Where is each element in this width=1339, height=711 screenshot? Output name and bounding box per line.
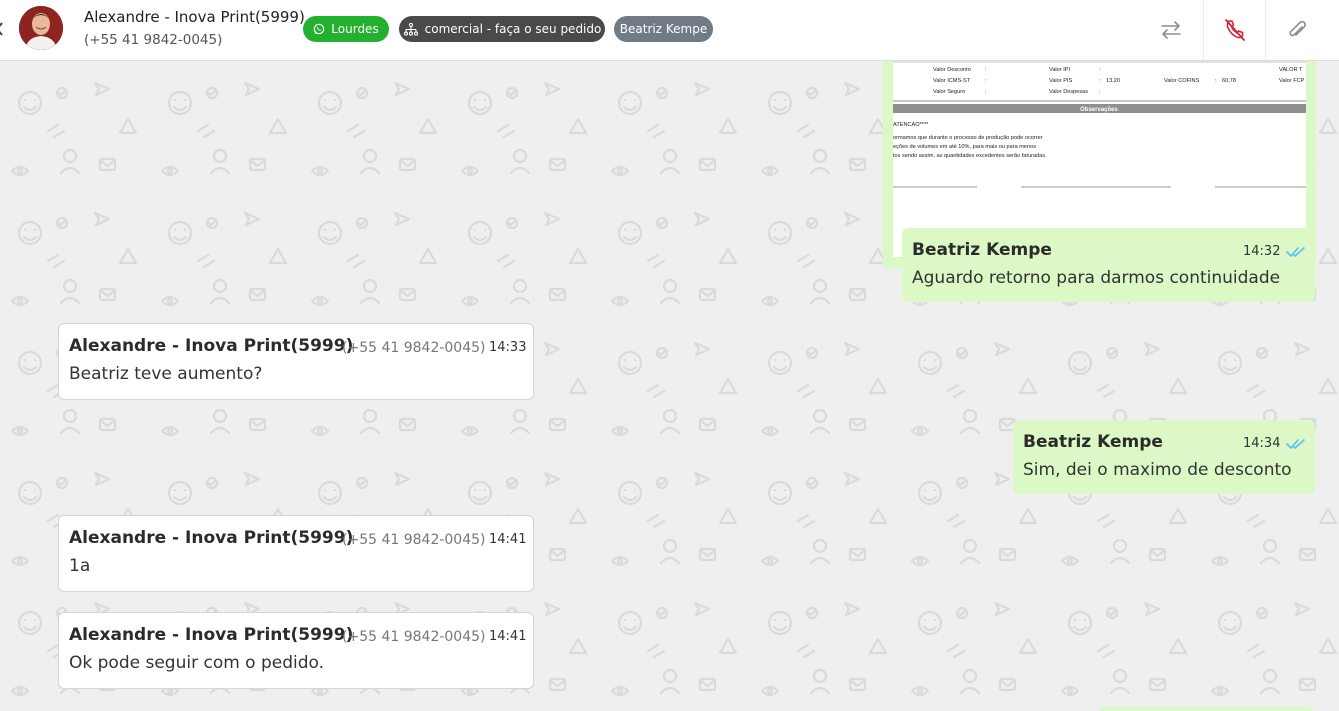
doc-row2-b: Valor PIS — [1049, 78, 1072, 84]
queue-tag[interactable]: comercial - faça o seu pedido — [399, 16, 605, 42]
doc-row2-c-sep: : — [1215, 78, 1217, 84]
incoming-message[interactable]: Alexandre - Inova Print(5999) (+55 41 98… — [58, 612, 534, 689]
doc-row2-d: Valor FCP — [1279, 78, 1305, 84]
message-sender-phone: (+55 41 9842-0045) — [342, 532, 486, 548]
message-text: Ok pode seguir com o pedido. — [69, 653, 325, 673]
doc-note-2: ormamos que durante o processo de produç… — [893, 135, 1043, 141]
user-tag-label: Beatriz Kempe — [619, 22, 708, 36]
doc-row2-b-value: 13,20 — [1106, 78, 1120, 84]
doc-row1-b: Valor IPI — [1049, 67, 1070, 73]
incoming-message[interactable]: Alexandre - Inova Print(5999) (+55 41 98… — [58, 323, 534, 400]
transfer-icon — [1161, 21, 1181, 39]
channel-tag[interactable]: Lourdes — [303, 16, 389, 42]
message-sender: Alexandre - Inova Print(5999) — [69, 625, 354, 645]
user-tag[interactable]: Beatriz Kempe — [614, 16, 713, 42]
attach-button[interactable] — [1265, 0, 1327, 60]
incoming-message[interactable]: Alexandre - Inova Print(5999) (+55 41 98… — [58, 515, 534, 592]
channel-tag-label: Lourdes — [331, 22, 379, 36]
chat-header: Alexandre - Inova Print(5999) (+55 41 98… — [0, 0, 1339, 61]
doc-row3-b: Valor Despesas — [1049, 89, 1088, 95]
phone-hangup-icon — [1224, 19, 1245, 41]
whatsapp-icon — [313, 23, 325, 35]
message-time: 14:41 — [489, 629, 527, 644]
doc-row2-a-sep: : — [985, 78, 987, 84]
contact-name: Alexandre - Inova Print(5999) — [84, 8, 305, 26]
message-sender: Alexandre - Inova Print(5999) — [69, 336, 354, 356]
doc-row1-b-sep: : — [1099, 67, 1101, 73]
message-sender: Beatriz Kempe — [1023, 432, 1163, 452]
doc-row1-a: Valor Desconto — [933, 67, 971, 73]
doc-section-title: Observações — [1080, 107, 1118, 113]
message-time: 14:33 — [489, 340, 527, 355]
doc-note-4: tos sendo assim, as quantidades excedent… — [893, 153, 1047, 159]
paperclip-icon — [1288, 20, 1306, 37]
doc-row2-c: Valor COFINS — [1164, 78, 1200, 84]
message-text: Beatriz teve aumento? — [69, 364, 263, 384]
double-check-icon — [1286, 247, 1305, 257]
message-sender-phone: (+55 41 9842-0045) — [342, 629, 486, 645]
message-text: Sim, dei o maximo de desconto — [1023, 460, 1292, 480]
doc-note-1: ATENCAO**** — [893, 122, 929, 128]
doc-row1-c: VALOR T — [1279, 67, 1303, 73]
back-arrow-icon[interactable] — [0, 22, 4, 36]
doc-row3-b-sep: : — [1099, 89, 1101, 95]
hangup-button[interactable] — [1203, 0, 1265, 60]
outgoing-message-partial[interactable] — [1098, 707, 1314, 711]
doc-row1-a-sep: : — [985, 67, 987, 73]
doc-row3-a: Valor Seguro — [933, 89, 965, 95]
avatar[interactable] — [19, 6, 63, 50]
outgoing-message[interactable]: Beatriz Kempe 14:34 Sim, dei o maximo de… — [1013, 420, 1315, 494]
doc-row3-a-sep: : — [985, 89, 987, 95]
message-sender-phone: (+55 41 9842-0045) — [342, 340, 486, 356]
contact-phone: (+55 41 9842-0045) — [84, 32, 223, 48]
chat-area[interactable]: Valor Desconto : Valor IPI : VALOR T Val… — [0, 61, 1339, 711]
queue-tag-label: comercial - faça o seu pedido — [424, 22, 602, 36]
sitemap-icon — [403, 22, 418, 36]
outgoing-message[interactable]: Beatriz Kempe 14:32 Aguardo retorno para… — [902, 228, 1315, 302]
double-check-icon — [1286, 439, 1305, 449]
message-time: 14:41 — [489, 532, 527, 547]
message-sender: Beatriz Kempe — [912, 240, 1052, 260]
message-sender: Alexandre - Inova Print(5999) — [69, 528, 354, 548]
doc-row2-c-value: 60,78 — [1222, 78, 1236, 84]
transfer-button[interactable] — [1140, 0, 1202, 60]
message-text: 1a — [69, 556, 91, 576]
message-text: Aguardo retorno para darmos continuidade — [912, 268, 1281, 288]
doc-row2-b-sep: : — [1099, 78, 1101, 84]
message-time: 14:34 — [1243, 436, 1281, 451]
doc-note-3: eções de volumes em até 10%, para mais o… — [893, 144, 1036, 150]
message-time: 14:32 — [1243, 244, 1281, 259]
doc-row2-a: Valor ICMS-ST — [933, 78, 971, 84]
